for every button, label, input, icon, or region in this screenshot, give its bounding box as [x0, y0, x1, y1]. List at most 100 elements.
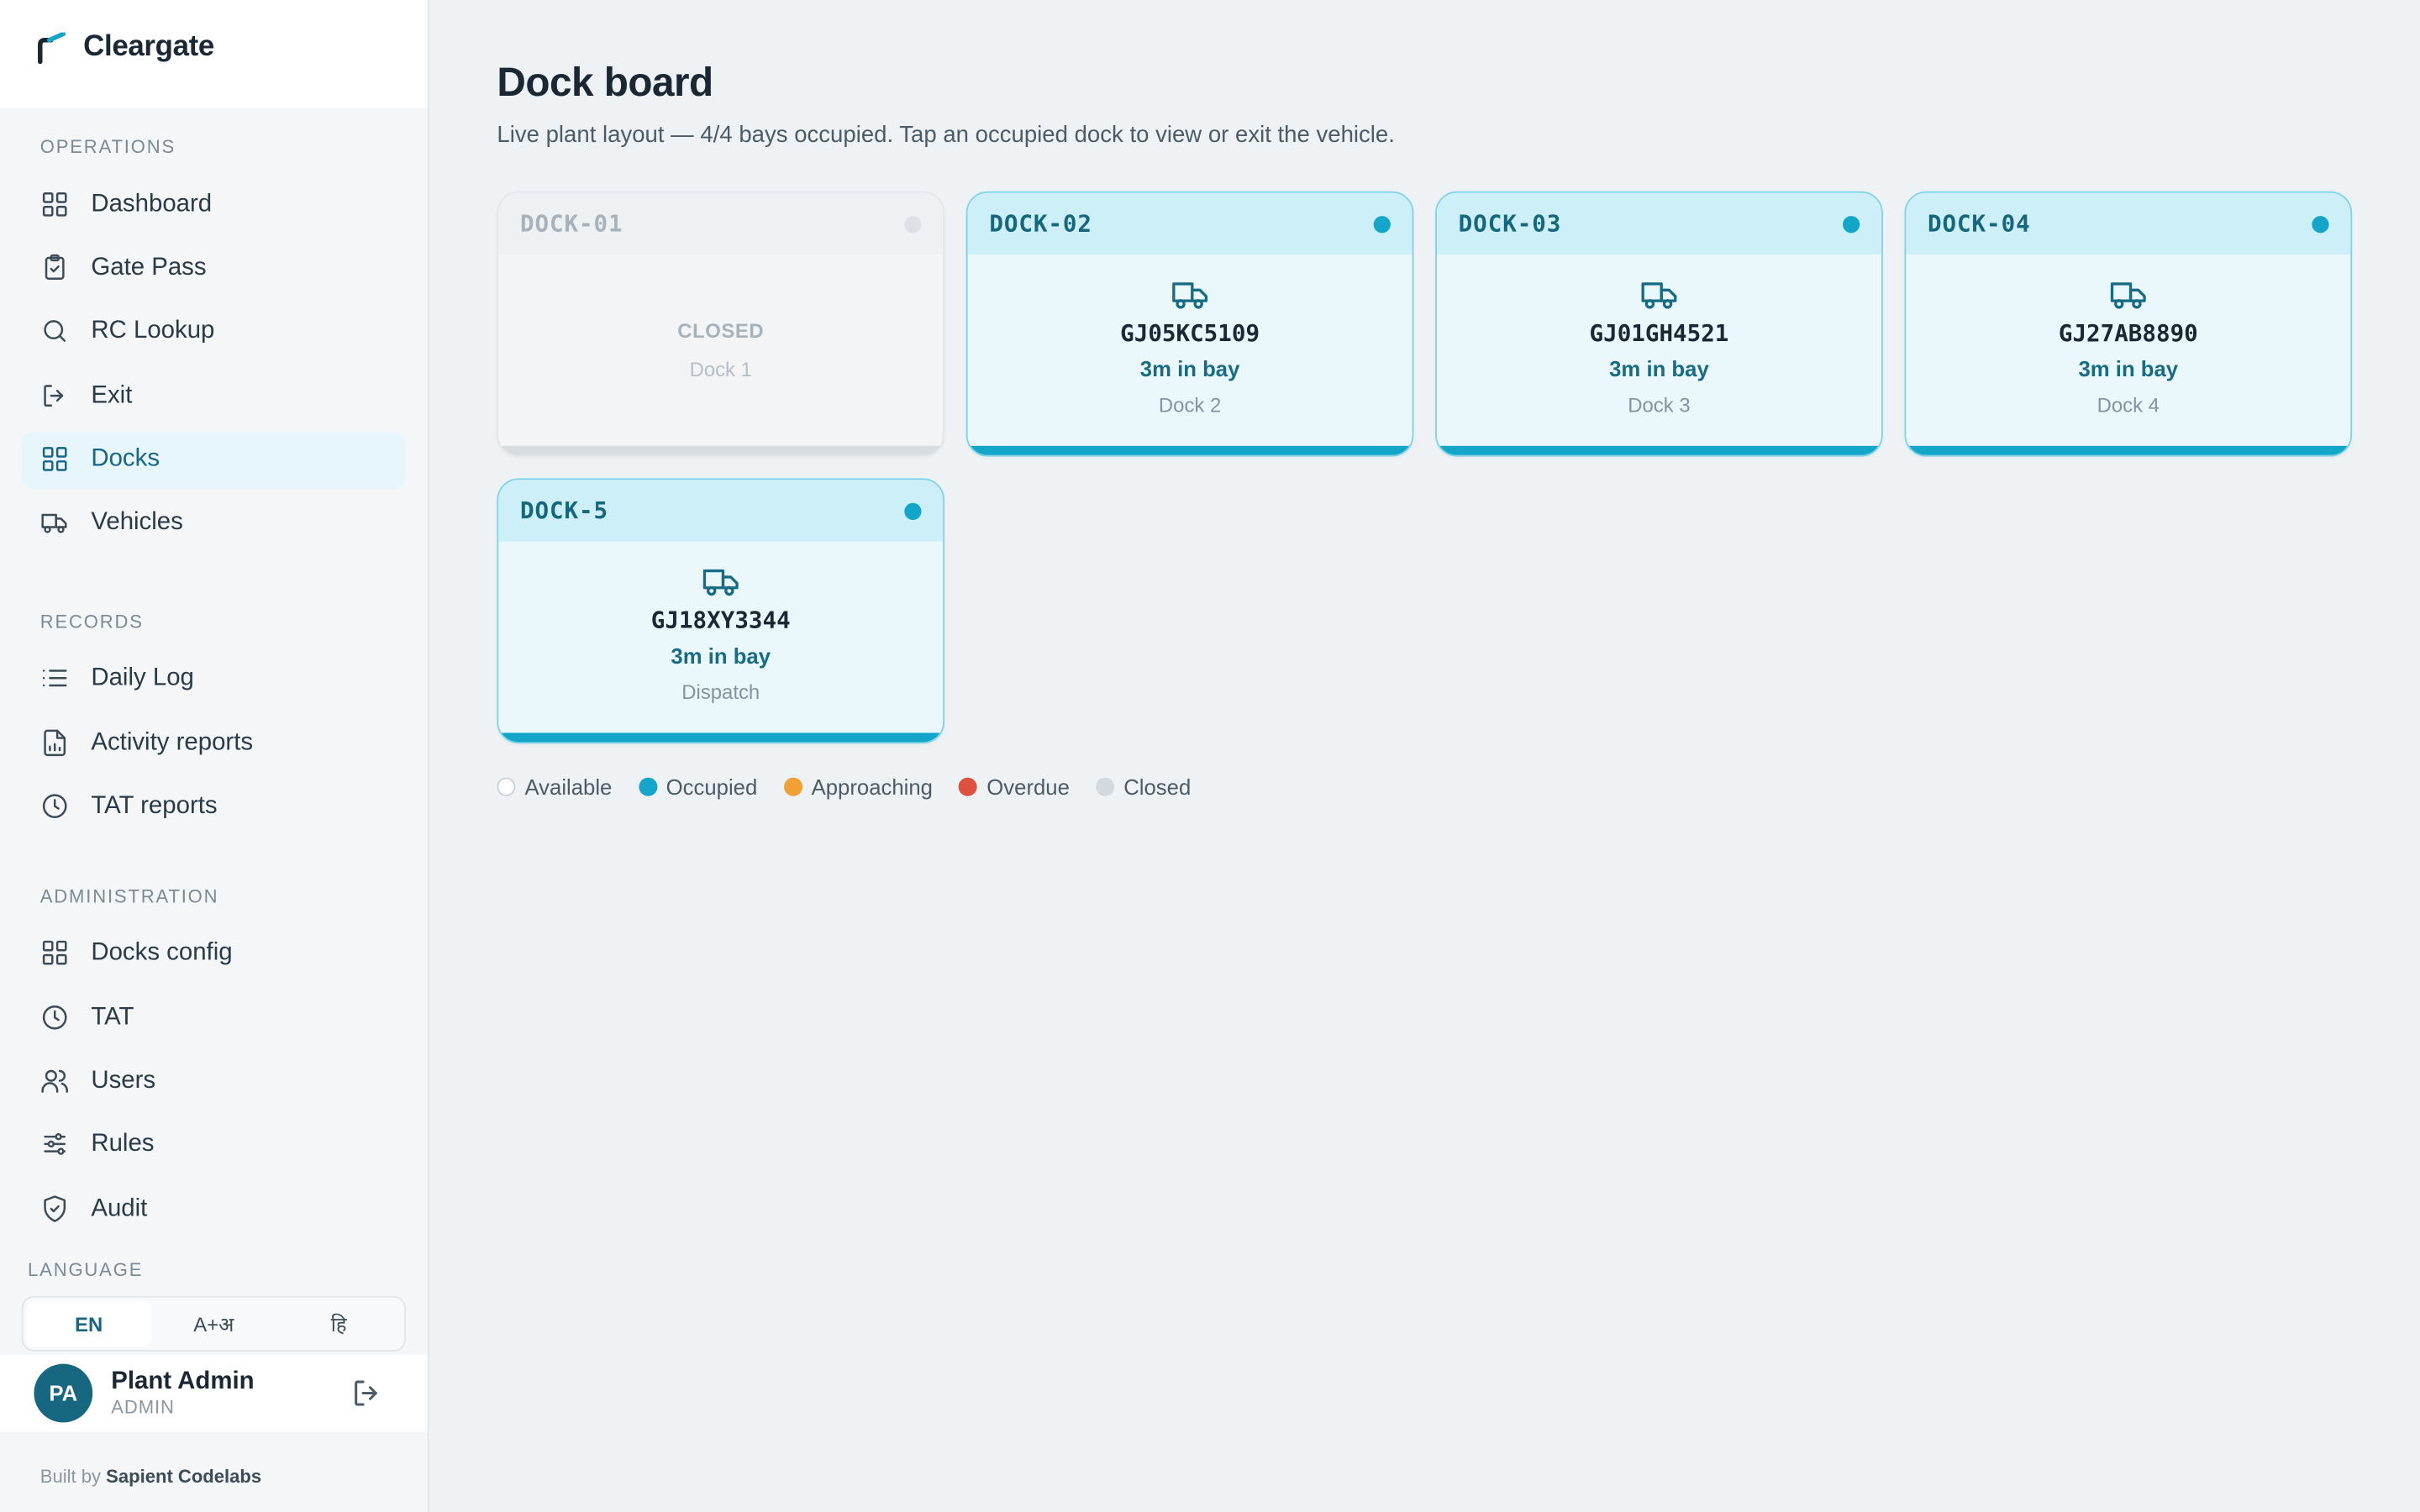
avatar[interactable]: PA: [34, 1363, 93, 1423]
sidebar-item-audit[interactable]: Audit: [22, 1181, 406, 1238]
sidebar-item-label: TAT reports: [91, 793, 218, 820]
grid-icon: [40, 938, 71, 969]
sidebar-item-tat[interactable]: TAT: [22, 990, 406, 1047]
dock-card-dock-04[interactable]: DOCK-04 GJ27AB8890 3m in bay Dock 4: [1904, 191, 2353, 457]
sidebar-item-tat-reports[interactable]: TAT reports: [22, 779, 406, 836]
language-option-0[interactable]: EN: [26, 1300, 151, 1347]
sidebar-item-label: Exit: [91, 381, 133, 409]
legend-swatch: [638, 777, 657, 796]
cleargate-logo-icon: [37, 32, 66, 65]
dock-header: DOCK-5: [498, 480, 944, 542]
page-subtitle: Live plant layout — 4/4 bays occupied. T…: [497, 122, 1395, 149]
dock-time-in-bay: 3m in bay: [1139, 356, 1240, 381]
language-option-2[interactable]: हि: [276, 1301, 402, 1347]
dock-status-bar: [967, 445, 1413, 455]
dock-vehicle-plate: GJ18XY3344: [650, 606, 791, 634]
nav-list-operations: Dashboard Gate Pass RC Lookup Exit Docks Vehi…: [0, 176, 428, 552]
dock-status-bar: [1436, 445, 1881, 455]
page-title: Dock board: [497, 58, 713, 105]
legend-swatch: [1096, 777, 1115, 796]
dock-code: DOCK-5: [519, 496, 609, 525]
section-label-administration: ADMINISTRATION: [39, 885, 219, 907]
dock-name: Dock 3: [1628, 393, 1691, 417]
sidebar-item-label: RC Lookup: [91, 318, 215, 345]
logout-icon[interactable]: [350, 1376, 384, 1410]
sidebar-item-label: Audit: [91, 1195, 148, 1222]
sidebar-item-label: Daily Log: [91, 665, 194, 692]
dock-status-bar: [498, 732, 944, 743]
sidebar-item-label: Vehicles: [91, 509, 183, 537]
built-by-prefix: Built by: [39, 1465, 102, 1488]
legend-swatch: [497, 777, 516, 796]
sidebar-nav: OPERATIONS Dashboard Gate Pass RC Lookup Exi…: [0, 136, 428, 1238]
dock-code: DOCK-01: [519, 209, 623, 238]
sidebar-item-gate-pass[interactable]: Gate Pass: [22, 239, 406, 297]
file-chart-icon: [40, 728, 71, 759]
legend: Available Occupied Approaching Overdue Close…: [497, 774, 2420, 799]
sidebar-item-vehicles[interactable]: Vehicles: [22, 495, 406, 552]
sidebar-item-label: Docks: [91, 445, 160, 473]
sidebar-item-label: Activity reports: [91, 729, 254, 756]
truck-icon: [702, 569, 739, 596]
user-name: Plant Admin: [111, 1368, 255, 1395]
dock-vehicle-plate: GJ01GH4521: [1589, 319, 1729, 348]
dock-code: DOCK-04: [1928, 209, 2031, 238]
dock-card-dock-03[interactable]: DOCK-03 GJ01GH4521 3m in bay Dock 3: [1435, 191, 1883, 457]
sidebar-item-rules[interactable]: Rules: [22, 1117, 406, 1174]
dock-status-dot: [1843, 215, 1860, 233]
dock-status-dot: [2312, 215, 2329, 233]
dock-status-bar: [1906, 445, 2351, 455]
dock-vehicle-plate: GJ05KC5109: [1120, 319, 1260, 348]
dock-header: DOCK-03: [1436, 192, 1881, 255]
sidebar-item-activity-reports[interactable]: Activity reports: [22, 715, 406, 772]
clock-icon: [40, 792, 71, 823]
dock-time-in-bay: 3m in bay: [1609, 356, 1709, 381]
dock-code: DOCK-03: [1458, 209, 1562, 238]
dock-header: DOCK-02: [967, 192, 1413, 255]
dock-body: GJ18XY3344 3m in bay Dispatch: [498, 542, 943, 704]
sidebar-item-users[interactable]: Users: [22, 1053, 406, 1110]
language-switch: EN A+अ हि: [21, 1296, 407, 1352]
dock-status-bar: [498, 445, 944, 455]
dock-name: Dock 2: [1158, 393, 1222, 417]
sidebar-item-exit[interactable]: Exit: [22, 367, 406, 424]
clock-icon: [40, 1002, 71, 1033]
legend-swatch: [959, 777, 978, 796]
sidebar-item-docks[interactable]: Docks: [21, 431, 407, 489]
sidebar-item-docks-config[interactable]: Docks config: [22, 926, 406, 983]
truck-icon: [1172, 282, 1208, 309]
grid-icon: [40, 189, 71, 220]
section-label-records: RECORDS: [39, 611, 144, 633]
sidebar-item-rc-lookup[interactable]: RC Lookup: [22, 303, 406, 360]
language-option-1[interactable]: A+अ: [151, 1301, 276, 1347]
dock-body: GJ05KC5109 3m in bay Dock 2: [968, 255, 1413, 417]
user-panel: PA Plant Admin ADMIN: [0, 1354, 428, 1432]
sidebar-item-dashboard[interactable]: Dashboard: [22, 176, 406, 233]
truck-icon: [1641, 282, 1677, 309]
grid-icon: [40, 444, 71, 475]
legend-label: Occupied: [666, 774, 758, 800]
truck-icon: [40, 508, 71, 539]
dock-status: CLOSED: [677, 319, 765, 343]
sidebar-item-label: TAT: [91, 1004, 134, 1031]
dock-body: GJ01GH4521 3m in bay Dock 3: [1437, 255, 1881, 417]
section-label-operations: OPERATIONS: [39, 135, 176, 158]
nav-list-administration: Docks config TAT Users Rules Audit: [0, 926, 428, 1238]
sidebar-item-label: Rules: [91, 1131, 155, 1158]
dock-header: DOCK-04: [1906, 192, 2351, 255]
dock-code: DOCK-02: [989, 209, 1092, 238]
sidebar-item-daily-log[interactable]: Daily Log: [22, 651, 406, 708]
sidebar-item-label: Gate Pass: [91, 254, 207, 281]
clipboard-icon: [40, 253, 71, 284]
dock-card-dock-02[interactable]: DOCK-02 GJ05KC5109 3m in bay Dock 2: [965, 191, 1414, 457]
list-icon: [40, 664, 71, 696]
sidebar-item-label: Dashboard: [91, 190, 213, 218]
dock-time-in-bay: 3m in bay: [671, 643, 771, 669]
built-by-company[interactable]: Sapient Codelabs: [106, 1466, 261, 1488]
dock-name: Dispatch: [681, 680, 760, 704]
user-role: ADMIN: [111, 1396, 175, 1418]
dock-card-dock-5[interactable]: DOCK-5 GJ18XY3344 3m in bay Dispatch: [497, 478, 945, 744]
dock-vehicle-plate: GJ27AB8890: [2058, 319, 2198, 348]
legend-label: Approaching: [811, 774, 933, 800]
dock-grid: DOCK-01 CLOSED Dock 1 DOCK-02 GJ05KC5109 3m i…: [497, 191, 2353, 747]
